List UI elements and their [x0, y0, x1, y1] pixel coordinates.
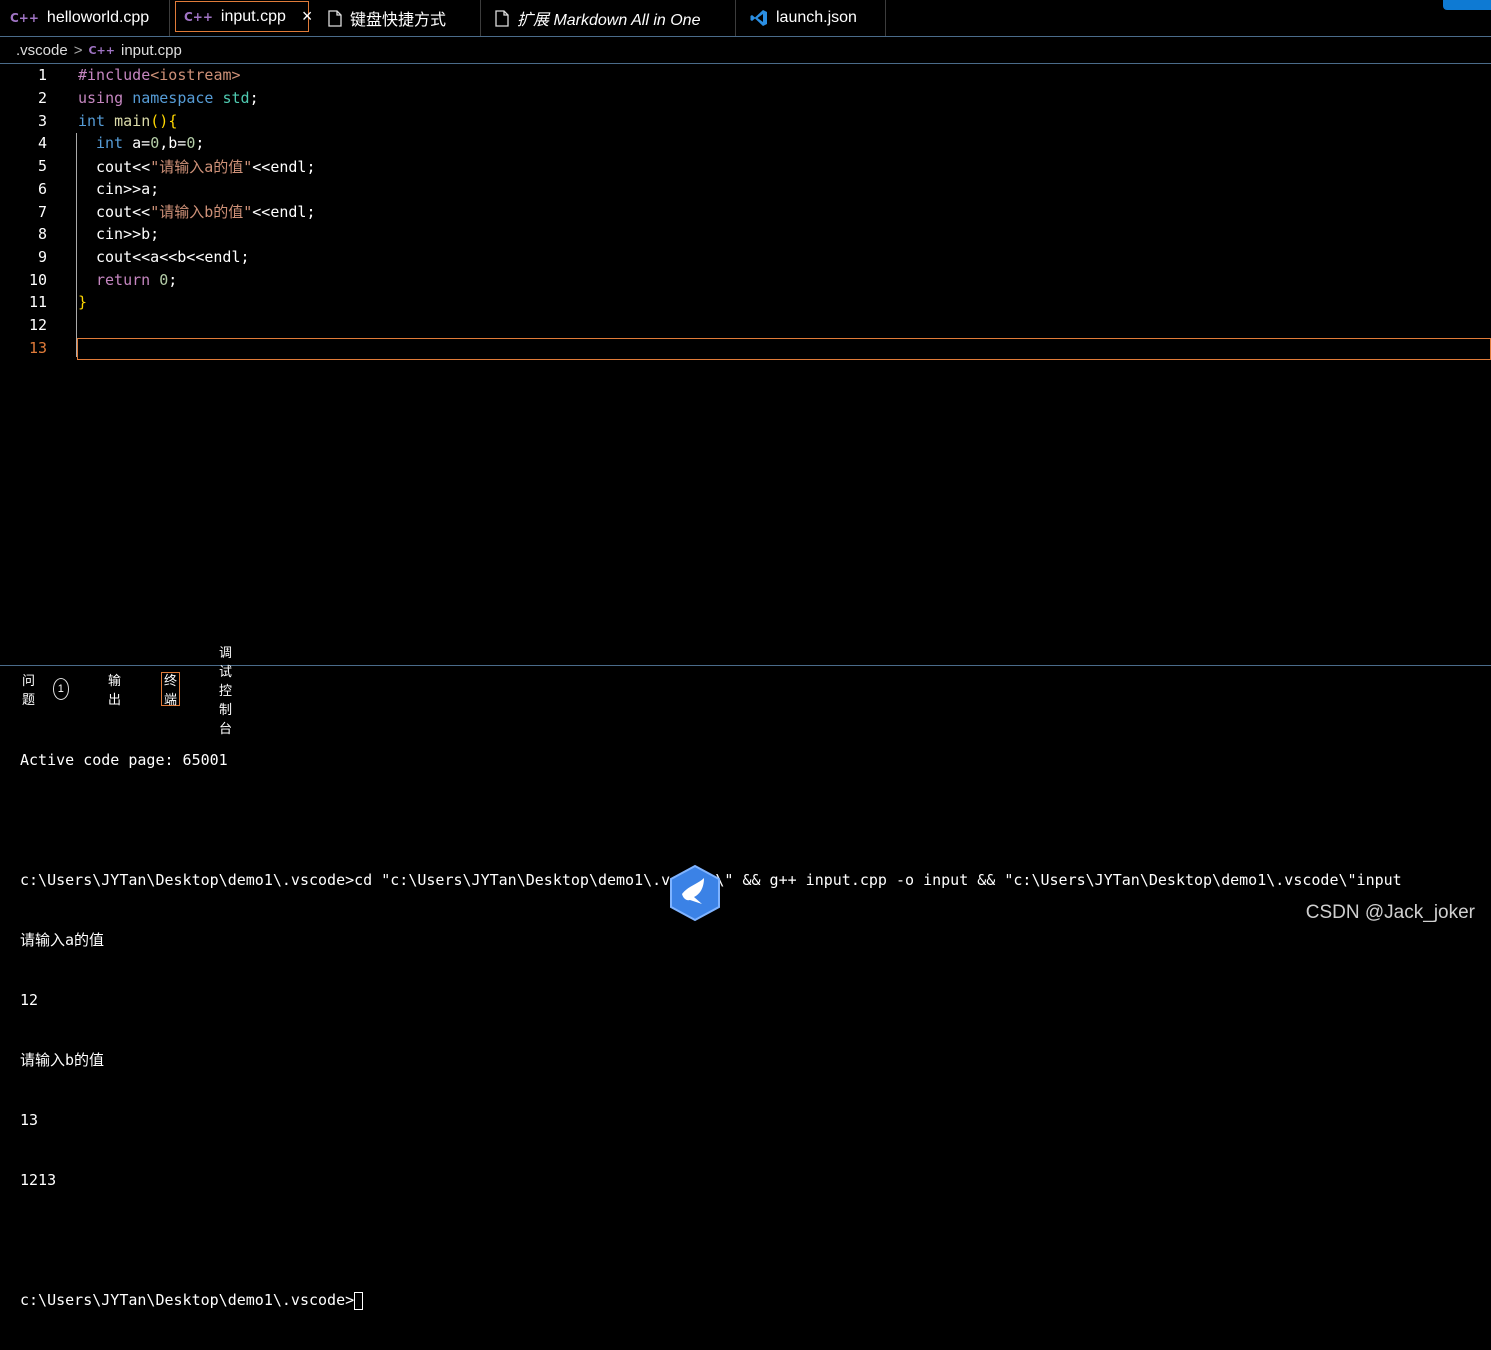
- code-text: int main(){: [78, 111, 178, 130]
- code-text: }: [78, 293, 88, 312]
- code-line: 9 cout<<a<<b<<endl;: [0, 246, 1491, 269]
- tab-label: 扩展 Markdown All in One: [517, 12, 701, 29]
- tab-helloworld-cpp[interactable]: C++ helloworld.cpp: [0, 0, 170, 36]
- code-line: 6 cin>>a;: [0, 178, 1491, 201]
- terminal-line: 12: [20, 991, 39, 1009]
- terminal-cursor: [354, 1291, 364, 1310]
- terminal-line: 1213: [20, 1171, 57, 1189]
- tab-label: input.cpp: [220, 7, 286, 25]
- code-text: cout<<a<<b<<endl;: [96, 247, 250, 266]
- terminal-prompt-line: c:\Users\JYTan\Desktop\demo1\.vscode>: [20, 1290, 1402, 1310]
- breadcrumb-folder[interactable]: .vscode: [16, 42, 68, 59]
- terminal-line: 请输入b的值: [20, 1051, 105, 1069]
- editor-tab-bar: C++ helloworld.cpp C++ input.cpp × 键盘快捷方…: [0, 0, 1491, 37]
- tab-input-cpp[interactable]: C++ input.cpp ×: [175, 1, 312, 32]
- line-number: 8: [37, 225, 47, 244]
- line-number: 6: [37, 179, 47, 198]
- file-icon: [328, 9, 342, 27]
- code-text: cin>>b;: [96, 225, 160, 244]
- cpp-icon: C++: [88, 44, 115, 57]
- terminal-line: 请输入a的值: [20, 931, 105, 949]
- code-line: 5 cout<<"请输入a的值"<<endl;: [0, 155, 1491, 178]
- code-line: 11 }: [0, 291, 1491, 314]
- line-number: 10: [28, 270, 47, 289]
- tab-terminal[interactable]: 终端: [161, 672, 181, 707]
- vscode-icon: [750, 9, 768, 27]
- code-line: 10 return 0;: [0, 268, 1491, 291]
- tab-launch-json[interactable]: launch.json: [736, 0, 886, 36]
- account-badge[interactable]: [1443, 0, 1491, 10]
- line-number: 12: [28, 316, 47, 335]
- code-text: int a=0,b=0;: [96, 134, 205, 153]
- line-number: 1: [37, 66, 47, 85]
- watermark: CSDN @Jack_joker: [1305, 902, 1475, 923]
- close-icon[interactable]: ×: [302, 6, 313, 27]
- code-line: 4 int a=0,b=0;: [0, 132, 1491, 155]
- code-text: using namespace std;: [78, 89, 259, 108]
- code-text: cout<<"请输入b的值"<<endl;: [96, 203, 316, 222]
- line-number: 9: [37, 247, 47, 266]
- terminal-line: Active code page: 65001: [20, 751, 228, 769]
- line-number: 3: [37, 111, 47, 130]
- tab-keyboard-shortcuts[interactable]: 键盘快捷方式: [314, 0, 481, 36]
- code-text: cout<<"请输入a的值"<<endl;: [96, 157, 316, 176]
- code-line: 1 #include<iostream>: [0, 64, 1491, 87]
- breadcrumb: .vscode > C++ input.cpp: [0, 38, 1491, 64]
- line-number: 7: [37, 202, 47, 221]
- breadcrumb-file[interactable]: input.cpp: [121, 42, 182, 59]
- tab-output[interactable]: 输出: [106, 672, 123, 707]
- tab-label: launch.json: [776, 9, 857, 26]
- code-line: 8 cin>>b;: [0, 223, 1491, 246]
- chevron-right-icon: >: [73, 42, 83, 59]
- terminal-prompt: c:\Users\JYTan\Desktop\demo1\.vscode>: [20, 1291, 355, 1309]
- line-number: 11: [28, 293, 47, 312]
- code-line: 3 int main(){: [0, 109, 1491, 132]
- tab-debug-console[interactable]: 调试控制台: [217, 645, 234, 736]
- code-editor[interactable]: 1 #include<iostream> 2 using namespace s…: [0, 64, 1491, 664]
- cpp-icon: C++: [10, 11, 39, 25]
- tab-problems[interactable]: 问题 1: [20, 672, 71, 707]
- line-number: 5: [37, 157, 47, 176]
- file-icon: [495, 9, 509, 27]
- tab-markdown-extension[interactable]: 扩展 Markdown All in One: [481, 0, 736, 36]
- code-text: #include<iostream>: [78, 66, 241, 85]
- bottom-panel: 问题 1 输出 终端 调试控制台 Active code page: 65001…: [0, 645, 1491, 1310]
- code-line: 2 using namespace std;: [0, 87, 1491, 110]
- code-line: 7 cout<<"请输入b的值"<<endl;: [0, 200, 1491, 223]
- code-line: 12: [0, 314, 1491, 337]
- code-line: 13: [0, 336, 1491, 359]
- cpp-icon: C++: [184, 9, 213, 24]
- terminal-line: 13: [20, 1111, 39, 1129]
- bird-logo-icon[interactable]: [668, 864, 722, 922]
- code-text: cin>>a;: [96, 179, 160, 198]
- terminal-output[interactable]: Active code page: 65001 c:\Users\JYTan\D…: [20, 710, 1402, 1350]
- line-number: 2: [37, 89, 47, 108]
- tab-label: helloworld.cpp: [46, 9, 150, 26]
- line-number: 4: [37, 134, 47, 153]
- code-text: return 0;: [96, 270, 178, 289]
- tab-label: 键盘快捷方式: [350, 12, 447, 29]
- problems-count-badge: 1: [52, 678, 70, 700]
- line-number: 13: [28, 338, 47, 357]
